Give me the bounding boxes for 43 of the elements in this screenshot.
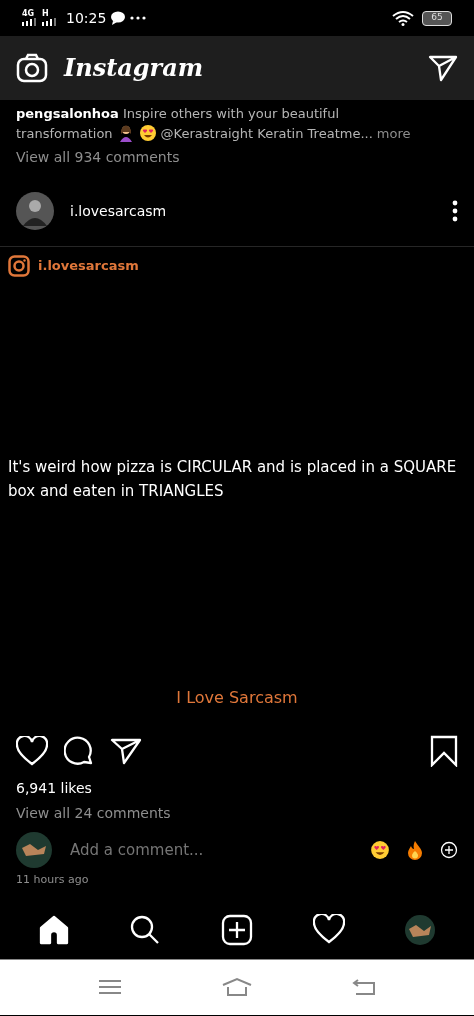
heart-eyes-emoji-icon[interactable]	[370, 840, 390, 860]
post-time: 11 hours ago	[16, 872, 90, 888]
more-icon	[130, 16, 147, 20]
avatar[interactable]	[404, 913, 437, 946]
avatar[interactable]	[16, 192, 54, 230]
camera-icon[interactable]	[16, 53, 48, 83]
heart-icon[interactable]	[16, 736, 48, 766]
fire-emoji-icon[interactable]	[406, 840, 424, 860]
more-link[interactable]: more	[376, 123, 411, 143]
image-handle: i.lovesarcasm	[38, 257, 139, 276]
chat-bubble-icon	[110, 11, 127, 25]
view-comments-link[interactable]: View all 934 comments	[16, 147, 458, 168]
comment-field[interactable]: Add a comment...	[68, 837, 354, 863]
home-icon[interactable]	[37, 913, 70, 946]
wifi-icon	[392, 10, 414, 26]
signal-icon	[22, 18, 38, 26]
more-options-icon[interactable]	[452, 200, 458, 222]
bookmark-icon[interactable]	[430, 735, 458, 767]
status-time: 10:25	[66, 8, 107, 28]
quote-text: It's weird how pizza is CIRCULAR and is placed in a SQUARE box and eaten in TRIANGLES	[7, 457, 458, 502]
likes-count[interactable]: 6,941 likes	[16, 778, 458, 799]
add-icon[interactable]	[440, 841, 458, 859]
signal-icon	[42, 18, 58, 26]
send-icon[interactable]	[428, 54, 458, 82]
heart-icon[interactable]	[312, 913, 345, 946]
image-footer: I Love Sarcasm	[0, 686, 474, 710]
heart-eyes-emoji-icon	[138, 124, 157, 143]
battery-indicator: 65	[422, 10, 452, 26]
app-logo: Instagram	[64, 52, 204, 84]
menu-icon[interactable]	[97, 979, 122, 995]
avatar	[16, 832, 52, 868]
comment-icon[interactable]	[64, 736, 94, 766]
mention-link[interactable]: @Kerastraight Keratin Treatme...	[160, 123, 373, 143]
caption-text: pengsalonhoa Inspire others with your beautiful	[16, 105, 341, 123]
username[interactable]: i.lovesarcasm	[70, 200, 167, 222]
network-label: H	[42, 10, 49, 18]
view-comments-link[interactable]: View all 24 comments	[16, 803, 458, 824]
back-icon[interactable]	[352, 978, 377, 996]
send-icon[interactable]	[110, 737, 142, 765]
network-label: 4G	[22, 10, 35, 18]
add-post-icon[interactable]	[221, 913, 253, 946]
caption-text: transformation	[16, 124, 113, 143]
instagram-logo-icon	[8, 255, 30, 277]
